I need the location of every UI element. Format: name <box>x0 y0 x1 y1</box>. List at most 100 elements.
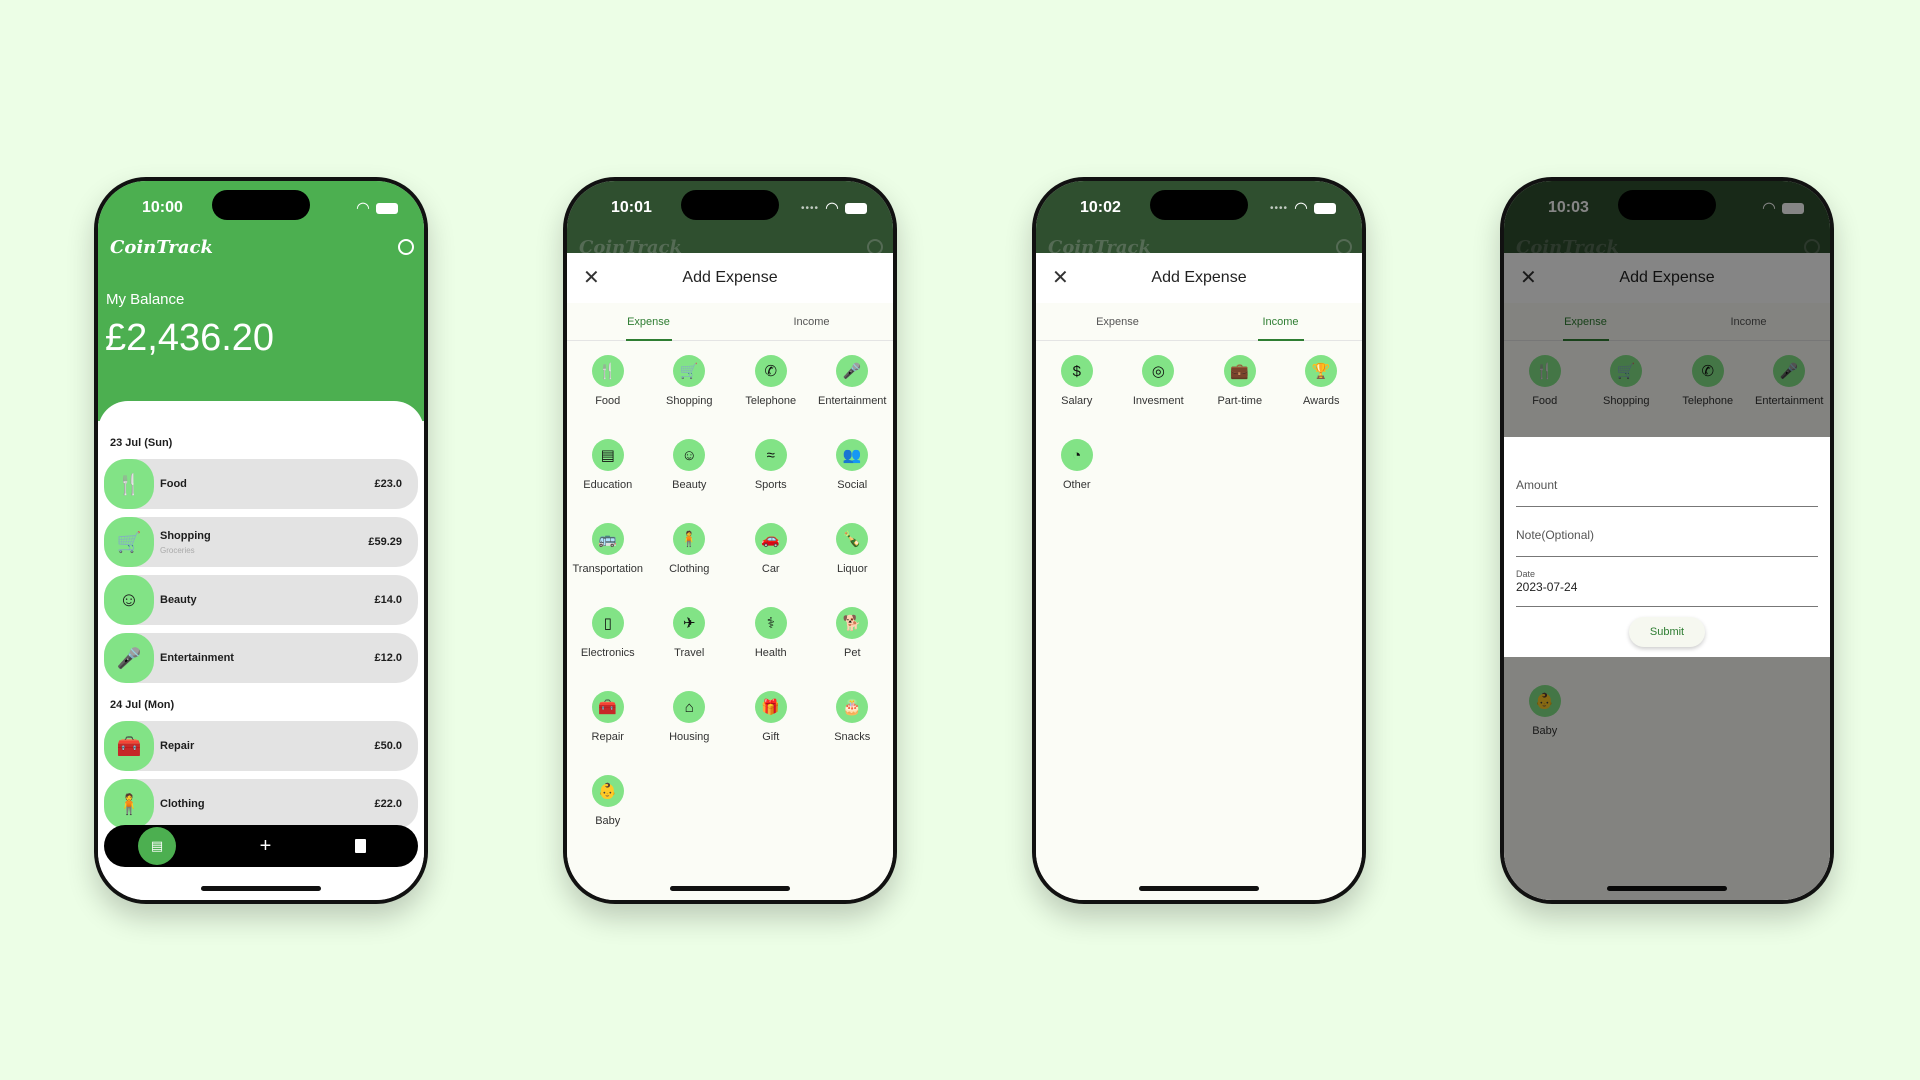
category-item[interactable]: ⚕ Health <box>730 607 812 691</box>
microphone-icon: 🎤 <box>836 355 869 387</box>
category-item[interactable]: 👶 Baby <box>567 775 649 859</box>
category-grid: 🍴 Food 🛒 Shopping ✆ Telephone 🎤 Entertainment ▤ E… <box>567 341 893 859</box>
category-item[interactable]: 🏆 Awards <box>1281 355 1363 439</box>
expense-form-screen: CoinTrack 10:03 ◠ ✕ Add Expense Expense … <box>1504 181 1830 900</box>
category-item[interactable]: ✈ Travel <box>649 607 731 691</box>
transaction-row[interactable]: ☺ Beauty £14.0 <box>104 575 418 625</box>
wifi-icon: ◠ <box>825 200 839 217</box>
baby-icon: 👶 <box>591 775 624 807</box>
scrim-top[interactable] <box>1504 181 1830 437</box>
phone-expense-form: CoinTrack 10:03 ◠ ✕ Add Expense Expense … <box>1500 177 1834 904</box>
transaction-row[interactable]: 🧍 Clothing £22.0 <box>104 779 418 829</box>
category-label: Clothing <box>669 563 710 575</box>
date-label: Date <box>1516 569 1536 579</box>
face-icon: ☺ <box>104 575 154 625</box>
transaction-row[interactable]: 🎤 Entertainment £12.0 <box>104 633 418 683</box>
phone-add-expense: CoinTrack 10:01 •••• ◠ ✕ Add Expense Exp… <box>563 177 897 904</box>
amount-field[interactable]: Amount <box>1516 457 1818 507</box>
transaction-note: Groceries <box>160 545 195 555</box>
home-indicator <box>1139 886 1259 891</box>
cake-icon: 🎂 <box>836 691 869 723</box>
app-logo: CoinTrack <box>110 237 213 258</box>
close-icon[interactable]: ✕ <box>583 265 600 290</box>
balance-label: My Balance <box>106 291 185 308</box>
category-label: Sports <box>754 479 787 491</box>
category-item[interactable]: 🚌 Transportation <box>567 523 649 607</box>
signal-icon: •••• <box>801 202 820 214</box>
category-label: Invesment <box>1132 395 1184 407</box>
category-item[interactable]: ⌂ Housing <box>649 691 731 775</box>
category-item[interactable]: 🎂 Snacks <box>812 691 894 775</box>
close-icon[interactable]: ✕ <box>1052 265 1069 290</box>
category-label: Car <box>761 563 780 575</box>
home-indicator <box>670 886 790 891</box>
category-item[interactable]: 🍾 Liquor <box>812 523 894 607</box>
bottle-icon: 🍾 <box>836 523 869 555</box>
category-item[interactable]: 🍴 Food <box>567 355 649 439</box>
transaction-amount: £12.0 <box>374 652 402 664</box>
category-label: Repair <box>591 731 624 743</box>
category-item[interactable]: ☺ Beauty <box>649 439 731 523</box>
transaction-name: Clothing <box>160 798 205 810</box>
transaction-amount: £59.29 <box>368 536 402 548</box>
phone-home-screen: 10:00 ◠ CoinTrack My Balance £2,436.20 2… <box>94 177 428 904</box>
tab-expense[interactable]: Expense <box>567 303 730 341</box>
category-item[interactable]: ✆ Telephone <box>730 355 812 439</box>
briefcase-icon: 💼 <box>1223 355 1256 387</box>
category-item[interactable]: 🐕 Pet <box>812 607 894 691</box>
day-label: 24 Jul (Mon) <box>110 699 175 711</box>
transaction-row[interactable]: 🛒 Shopping Groceries £59.29 <box>104 517 418 567</box>
modal-header: ✕ Add Expense <box>567 253 893 303</box>
toolbox-icon: 🧰 <box>104 721 154 771</box>
category-item[interactable]: ◔ Other <box>1036 439 1118 523</box>
category-item[interactable]: ▤ Education <box>567 439 649 523</box>
add-expense-modal: ✕ Add Expense Expense Income 🍴 Food 🛒 Shopp… <box>567 253 893 900</box>
tab-expense[interactable]: Expense <box>1036 303 1199 340</box>
category-item[interactable]: 💼 Part-time <box>1199 355 1281 439</box>
category-item[interactable]: 🎁 Gift <box>730 691 812 775</box>
transaction-name: Beauty <box>160 594 197 606</box>
bus-icon: 🚌 <box>591 523 624 555</box>
profile-icon[interactable] <box>398 239 414 255</box>
wifi-icon: ◠ <box>1294 200 1308 217</box>
note-field[interactable]: Note(Optional) <box>1516 507 1818 557</box>
add-button[interactable]: + <box>260 835 272 858</box>
category-label: Snacks <box>834 731 871 743</box>
category-item[interactable]: 🚗 Car <box>730 523 812 607</box>
category-grid: $ Salary ◎ Invesment 💼 Part-time 🏆 Awards ◔ Other <box>1036 341 1362 523</box>
trophy-icon: 🏆 <box>1305 355 1338 387</box>
dynamic-island <box>1150 190 1248 220</box>
category-item[interactable]: 👥 Social <box>812 439 894 523</box>
submit-button[interactable]: Submit <box>1629 617 1705 647</box>
status-time: 10:00 <box>142 199 183 216</box>
category-item[interactable]: 🧍 Clothing <box>649 523 731 607</box>
category-item[interactable]: ≈ Sports <box>730 439 812 523</box>
food-icon: 🍴 <box>104 459 154 509</box>
status-icons: •••• ◠ <box>801 198 867 218</box>
category-item[interactable]: $ Salary <box>1036 355 1118 439</box>
category-label: Travel <box>674 647 705 659</box>
house-icon: ⌂ <box>673 691 706 723</box>
receipt-icon[interactable]: ▤ <box>138 827 176 865</box>
transaction-name: Shopping <box>160 529 211 542</box>
category-item[interactable]: 🛒 Shopping <box>649 355 731 439</box>
tab-income[interactable]: Income <box>1199 303 1362 341</box>
book-icon[interactable] <box>355 839 366 853</box>
transaction-row[interactable]: 🧰 Repair £50.0 <box>104 721 418 771</box>
transaction-amount: £23.0 <box>374 478 402 490</box>
scrim-bottom[interactable] <box>1504 657 1830 900</box>
category-label: Education <box>583 479 633 491</box>
transaction-row[interactable]: 🍴 Food £23.0 <box>104 459 418 509</box>
category-item[interactable]: 🧰 Repair <box>567 691 649 775</box>
category-item[interactable]: ◎ Invesment <box>1118 355 1200 439</box>
modal-header: ✕ Add Expense <box>1036 253 1362 303</box>
tab-income[interactable]: Income <box>730 303 893 340</box>
date-field[interactable]: Date 2023-07-24 <box>1516 557 1818 607</box>
book-icon: ▤ <box>591 439 624 471</box>
category-label: Social <box>837 479 868 491</box>
amount-placeholder: Amount <box>1516 478 1558 492</box>
category-item[interactable]: 🎤 Entertainment <box>812 355 894 439</box>
balance-value: £2,436.20 <box>105 317 275 359</box>
category-item[interactable]: ▯ Electronics <box>567 607 649 691</box>
add-expense-modal: ✕ Add Expense Expense Income $ Salary ◎ Inv… <box>1036 253 1362 900</box>
